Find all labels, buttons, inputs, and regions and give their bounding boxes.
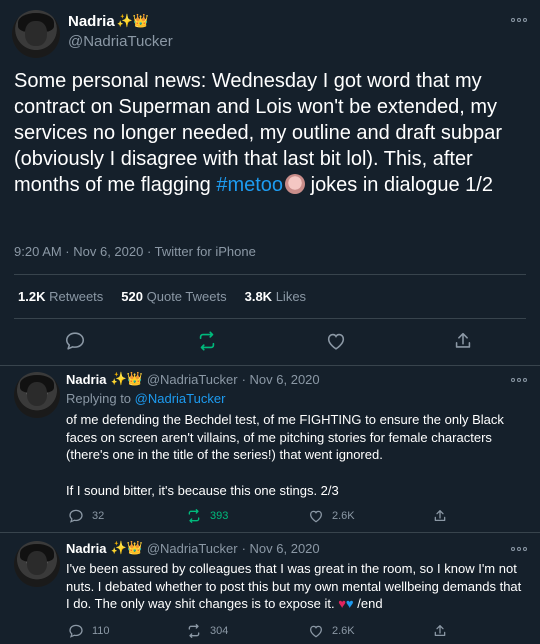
avatar[interactable] xyxy=(14,541,60,587)
share-icon xyxy=(434,510,446,521)
heart-icon xyxy=(310,625,322,638)
like-count: 2.6K xyxy=(332,510,355,522)
retweet-icon xyxy=(199,331,215,351)
author-handle[interactable]: @NadriaTucker xyxy=(68,33,173,50)
main-tweet: Nadria ✨👑 @NadriaTucker Some personal ne… xyxy=(0,0,540,366)
retweet-icon xyxy=(188,509,200,523)
retweet-button[interactable]: 393 xyxy=(186,508,228,524)
retweet-icon xyxy=(188,624,200,638)
tweet-text: Some personal news: Wednesday I got word… xyxy=(14,70,503,196)
more-options-icon[interactable] xyxy=(511,547,529,553)
heart-icon xyxy=(327,333,345,350)
heart-icon xyxy=(310,510,322,523)
reply-text: of me defending the Bechdel test, of me … xyxy=(66,412,504,462)
avatar[interactable] xyxy=(14,372,60,418)
like-button[interactable]: 2.6K xyxy=(308,623,355,639)
divider xyxy=(0,532,540,533)
replying-to: Replying to @NadriaTucker xyxy=(66,391,226,406)
red-heart-icon: ♥ xyxy=(338,596,346,611)
share-button[interactable] xyxy=(432,623,448,639)
author-emoji: ✨👑 xyxy=(110,372,143,387)
hashtag-link[interactable]: #metoo xyxy=(216,174,283,196)
reply-button[interactable]: 32 xyxy=(68,508,104,524)
raised-hand-emoji-icon xyxy=(285,174,306,194)
reply-tweet[interactable]: Nadria ✨👑 @NadriaTucker · Nov 6, 2020 Re… xyxy=(0,372,540,532)
reply-icon xyxy=(69,509,83,523)
author-name[interactable]: Nadria xyxy=(66,372,106,387)
tweet-date[interactable]: · Nov 6, 2020 xyxy=(242,372,320,387)
author-handle[interactable]: @NadriaTucker xyxy=(147,372,238,387)
retweets-stat[interactable]: 1.2K Retweets xyxy=(18,289,103,304)
reply-icon xyxy=(65,332,85,350)
likes-stat[interactable]: 3.8K Likes xyxy=(245,289,306,304)
tweet-stats: 1.2K Retweets 520 Quote Tweets 3.8K Like… xyxy=(18,289,306,304)
reply-text-continued: If I sound bitter, it's because this one… xyxy=(66,483,339,498)
author-handle[interactable]: @NadriaTucker xyxy=(147,541,238,556)
reply-button[interactable] xyxy=(64,330,86,352)
divider xyxy=(14,274,526,275)
more-options-icon[interactable] xyxy=(511,378,529,384)
tweet-date[interactable]: · Nov 6, 2020 xyxy=(242,541,320,556)
end-text: /end xyxy=(357,596,383,611)
retweet-button[interactable]: 304 xyxy=(186,623,228,639)
author-name[interactable]: Nadria xyxy=(66,541,106,556)
reply-count: 110 xyxy=(92,625,110,637)
author-name-row[interactable]: Nadria ✨👑 xyxy=(68,13,149,30)
retweet-count: 304 xyxy=(210,625,229,637)
reply-header: Nadria ✨👑 @NadriaTucker · Nov 6, 2020 xyxy=(66,372,320,387)
reply-count: 32 xyxy=(92,510,105,522)
retweet-count: 393 xyxy=(210,510,229,522)
share-icon xyxy=(455,332,471,348)
share-button[interactable] xyxy=(432,508,448,524)
blue-heart-icon: ♥ xyxy=(345,596,354,611)
author-name[interactable]: Nadria xyxy=(68,13,115,30)
divider xyxy=(14,318,526,319)
share-button[interactable] xyxy=(452,330,474,352)
like-count: 2.6K xyxy=(332,625,355,637)
share-icon xyxy=(434,625,446,636)
author-emoji: ✨👑 xyxy=(116,14,150,29)
author-emoji: ✨👑 xyxy=(110,541,143,556)
like-button[interactable]: 2.6K xyxy=(308,508,355,524)
avatar[interactable] xyxy=(12,10,60,58)
tweet-action-bar xyxy=(0,330,540,354)
reply-action-bar: 32 393 2.6K xyxy=(0,508,540,524)
reply-text: I've been assured by colleagues that I w… xyxy=(66,561,522,611)
replying-to-link[interactable]: @NadriaTucker xyxy=(135,391,226,406)
more-options-icon[interactable] xyxy=(511,18,529,24)
tweet-timestamp[interactable]: 9:20 AM · Nov 6, 2020 · Twitter for iPho… xyxy=(14,244,256,259)
quotes-stat[interactable]: 520 Quote Tweets xyxy=(121,289,226,304)
reply-action-bar: 110 304 2.6K xyxy=(0,623,540,639)
reply-button[interactable]: 110 xyxy=(68,623,110,639)
reply-icon xyxy=(69,624,83,638)
reply-header: Nadria ✨👑 @NadriaTucker · Nov 6, 2020 xyxy=(66,541,320,556)
retweet-button[interactable] xyxy=(196,330,218,352)
like-button[interactable] xyxy=(325,330,347,352)
reply-tweet[interactable]: Nadria ✨👑 @NadriaTucker · Nov 6, 2020 I'… xyxy=(0,541,540,644)
